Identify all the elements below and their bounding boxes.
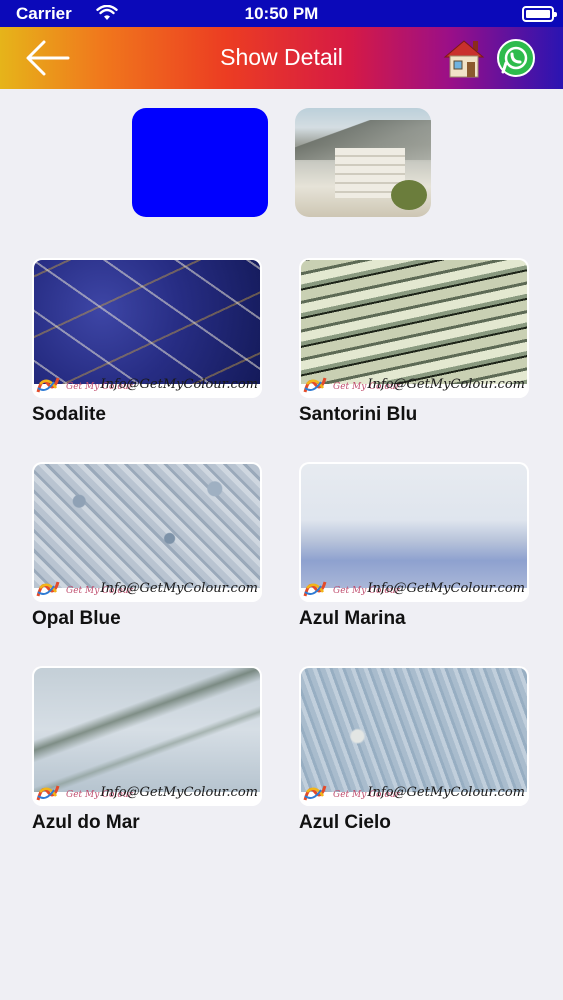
product-image: Get My Colour Info@GetMyColour.com [299,462,529,602]
product-card-azul-marina[interactable]: Get My Colour Info@GetMyColour.com Azul … [299,462,529,630]
product-card-azul-cielo[interactable]: Get My Colour Info@GetMyColour.com Azul … [299,666,529,834]
navigation-bar: Show Detail [0,27,563,89]
watermark-email: Info@GetMyColour.com [100,581,258,596]
product-image: Get My Colour Info@GetMyColour.com [299,258,529,398]
status-bar: Carrier 10:50 PM [0,0,563,27]
brand-logo-icon [303,581,327,597]
product-image: Get My Colour Info@GetMyColour.com [32,462,262,602]
battery-icon [522,6,557,22]
watermark-email: Info@GetMyColour.com [367,581,525,596]
product-image: Get My Colour Info@GetMyColour.com [32,258,262,398]
product-image: Get My Colour Info@GetMyColour.com [32,666,262,806]
product-card-santorini-blu[interactable]: Get My Colour Info@GetMyColour.com Santo… [299,258,529,426]
product-name: Azul do Mar [32,812,140,833]
watermark-email: Info@GetMyColour.com [367,785,525,800]
brand-logo-icon [36,785,60,801]
product-name: Opal Blue [32,608,121,629]
product-name: Azul Marina [299,608,406,629]
brand-logo-icon [303,785,327,801]
product-card-opal-blue[interactable]: Get My Colour Info@GetMyColour.com Opal … [32,462,262,630]
quarry-image [295,108,431,217]
color-swatch [132,108,268,217]
home-icon [443,40,485,78]
brand-logo-icon [303,377,327,393]
product-image: Get My Colour Info@GetMyColour.com [299,666,529,806]
watermark-email: Info@GetMyColour.com [367,377,525,392]
whatsapp-button[interactable] [496,38,536,78]
watermark-email: Info@GetMyColour.com [100,377,258,392]
product-name: Sodalite [32,404,106,425]
status-time: 10:50 PM [244,4,319,23]
product-name: Azul Cielo [299,812,391,833]
top-swatches [0,108,563,218]
product-card-sodalite[interactable]: Get My Colour Info@GetMyColour.com Sodal… [32,258,262,426]
brand-logo-icon [36,581,60,597]
product-card-azul-do-mar[interactable]: Get My Colour Info@GetMyColour.com Azul … [32,666,262,834]
home-button[interactable] [442,37,486,79]
watermark-email: Info@GetMyColour.com [100,785,258,800]
brand-logo-icon [36,377,60,393]
product-name: Santorini Blu [299,404,418,425]
whatsapp-icon [497,39,535,77]
